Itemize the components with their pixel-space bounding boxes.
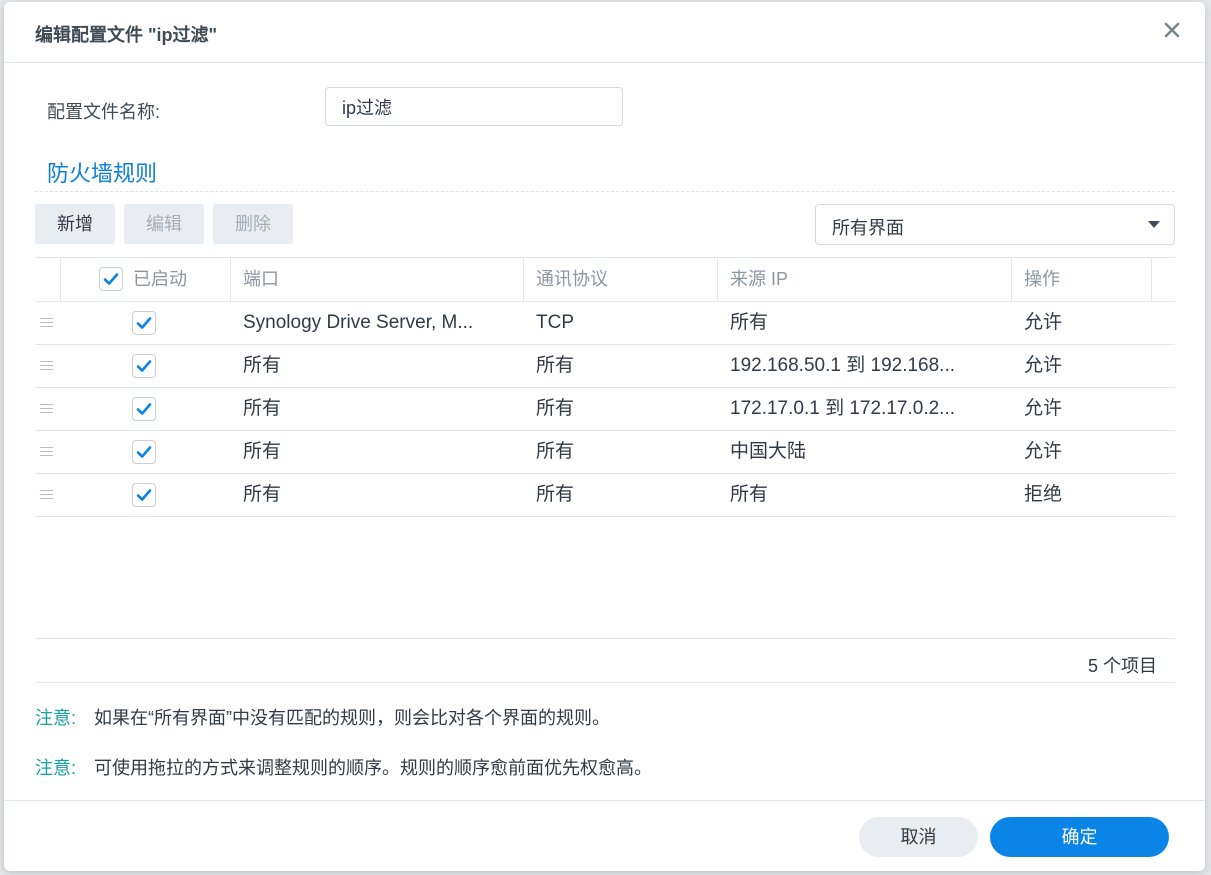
note-label: 注意:: [35, 758, 77, 778]
drag-handle-icon[interactable]: [40, 404, 53, 414]
checkmark-icon: [136, 489, 152, 501]
rule-protocol: 所有: [536, 398, 575, 419]
edit-profile-dialog: 编辑配置文件 "ip过滤" 配置文件名称: 防火墙规则 新增 编辑 删除 所有界…: [4, 2, 1205, 871]
rule-action: 允许: [1024, 312, 1063, 333]
close-icon[interactable]: [1161, 19, 1183, 41]
header-drag-column: [35, 258, 61, 301]
add-button[interactable]: 新增: [35, 204, 115, 244]
note-drag-order: 注意: 可使用拖拉的方式来调整规则的顺序。规则的顺序愈前面优先权愈高。: [35, 754, 652, 780]
rule-source-ip: 中国大陆: [730, 441, 807, 462]
drag-handle-icon[interactable]: [40, 490, 53, 500]
rule-action: 允许: [1024, 398, 1063, 419]
header-action[interactable]: 操作: [1012, 258, 1152, 301]
rule-protocol: 所有: [536, 355, 575, 376]
note-interface-match: 注意: 如果在“所有界面”中没有匹配的规则，则会比对各个界面的规则。: [35, 704, 610, 730]
profile-name-input[interactable]: [325, 87, 623, 126]
table-bottom-divider: [35, 638, 1175, 639]
rule-protocol: TCP: [536, 312, 574, 333]
table-row[interactable]: 所有 所有 所有 拒绝: [35, 474, 1175, 517]
select-all-checkbox[interactable]: [99, 267, 123, 291]
rule-action: 允许: [1024, 441, 1063, 462]
checkmark-icon: [136, 360, 152, 372]
rule-protocol: 所有: [536, 441, 575, 462]
rule-action: 拒绝: [1024, 484, 1063, 505]
rule-enabled-checkbox[interactable]: [132, 397, 156, 421]
drag-handle-icon[interactable]: [40, 318, 53, 328]
note-text: 可使用拖拉的方式来调整规则的顺序。规则的顺序愈前面优先权愈高。: [94, 758, 653, 778]
rule-source-ip: 192.168.50.1 到 192.168...: [730, 355, 956, 376]
rule-enabled-checkbox[interactable]: [132, 483, 156, 507]
dialog-titlebar: 编辑配置文件 "ip过滤": [4, 2, 1205, 63]
table-header: 已启动 端口 通讯协议 来源 IP 操作: [35, 257, 1175, 302]
checkmark-icon: [136, 446, 152, 458]
note-text: 如果在“所有界面”中没有匹配的规则，则会比对各个界面的规则。: [94, 708, 611, 728]
rule-protocol: 所有: [536, 484, 575, 505]
header-source-ip[interactable]: 来源 IP: [718, 258, 1012, 301]
checkmark-icon: [103, 273, 119, 285]
delete-button[interactable]: 删除: [213, 204, 293, 244]
checkmark-icon: [136, 403, 152, 415]
rule-source-ip: 172.17.0.1 到 172.17.0.2...: [730, 398, 956, 419]
table-row[interactable]: Synology Drive Server, M... TCP 所有 允许: [35, 302, 1175, 345]
rule-port: 所有: [243, 441, 282, 462]
table-row[interactable]: 所有 所有 172.17.0.1 到 172.17.0.2... 允许: [35, 388, 1175, 431]
rule-source-ip: 所有: [730, 312, 769, 333]
note-label: 注意:: [35, 708, 77, 728]
section-divider: [35, 191, 1175, 192]
interface-select[interactable]: 所有界面: [815, 204, 1175, 245]
rule-enabled-checkbox[interactable]: [132, 354, 156, 378]
header-port[interactable]: 端口: [231, 258, 524, 301]
header-protocol[interactable]: 通讯协议: [524, 258, 718, 301]
edit-button[interactable]: 编辑: [124, 204, 204, 244]
rule-port: Synology Drive Server, M...: [243, 312, 474, 333]
interface-select-value: 所有界面: [832, 218, 904, 238]
count-divider: [35, 682, 1175, 683]
rules-table: 已启动 端口 通讯协议 来源 IP 操作 Synology Drive Serv…: [35, 257, 1175, 517]
checkmark-icon: [136, 317, 152, 329]
item-count: 5 个项目: [1087, 656, 1157, 676]
footer-divider: [4, 800, 1205, 801]
cancel-button[interactable]: 取消: [859, 817, 978, 857]
table-row[interactable]: 所有 所有 中国大陆 允许: [35, 431, 1175, 474]
firewall-rules-title: 防火墙规则: [47, 161, 158, 186]
profile-name-label: 配置文件名称:: [47, 102, 161, 122]
dialog-title: 编辑配置文件 "ip过滤": [35, 25, 218, 45]
ok-button[interactable]: 确定: [990, 817, 1169, 857]
rule-port: 所有: [243, 355, 282, 376]
header-enabled-label: 已启动: [133, 269, 187, 289]
header-enabled[interactable]: 已启动: [61, 258, 231, 301]
rule-action: 允许: [1024, 355, 1063, 376]
rule-enabled-checkbox[interactable]: [132, 440, 156, 464]
rule-port: 所有: [243, 398, 282, 419]
rule-enabled-checkbox[interactable]: [132, 311, 156, 335]
drag-handle-icon[interactable]: [40, 361, 53, 371]
rule-port: 所有: [243, 484, 282, 505]
rule-source-ip: 所有: [730, 484, 769, 505]
table-row[interactable]: 所有 所有 192.168.50.1 到 192.168... 允许: [35, 345, 1175, 388]
drag-handle-icon[interactable]: [40, 447, 53, 457]
chevron-down-icon: [1148, 221, 1160, 228]
